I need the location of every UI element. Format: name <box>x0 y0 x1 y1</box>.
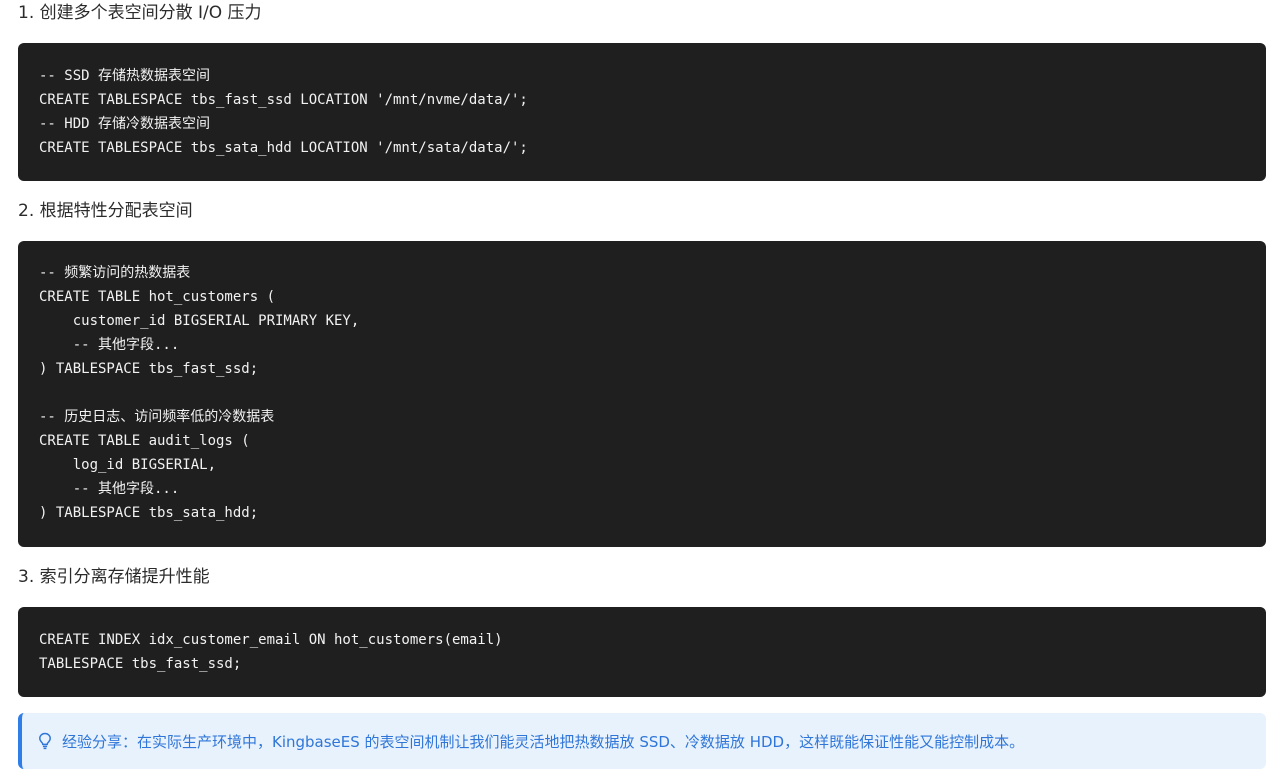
tip-callout: 经验分享：在实际生产环境中，KingbaseES 的表空间机制让我们能灵活地把热… <box>18 713 1266 769</box>
code-block-index-storage[interactable]: CREATE INDEX idx_customer_email ON hot_c… <box>18 607 1266 697</box>
code-block-assign-tablespaces[interactable]: -- 频繁访问的热数据表 CREATE TABLE hot_customers … <box>18 241 1266 547</box>
code-text: -- SSD 存储热数据表空间 CREATE TABLESPACE tbs_fa… <box>39 68 528 156</box>
code-block-create-tablespaces[interactable]: -- SSD 存储热数据表空间 CREATE TABLESPACE tbs_fa… <box>18 43 1266 181</box>
tip-text: 经验分享：在实际生产环境中，KingbaseES 的表空间机制让我们能灵活地把热… <box>62 732 1025 751</box>
code-text: -- 频繁访问的热数据表 CREATE TABLE hot_customers … <box>39 265 360 521</box>
heading-index-storage: 3. 索引分离存储提升性能 <box>18 567 210 587</box>
heading-create-tablespaces: 1. 创建多个表空间分散 I/O 压力 <box>18 3 262 23</box>
lightbulb-icon <box>38 732 52 750</box>
heading-assign-tablespaces: 2. 根据特性分配表空间 <box>18 201 193 221</box>
code-text: CREATE INDEX idx_customer_email ON hot_c… <box>39 632 503 672</box>
